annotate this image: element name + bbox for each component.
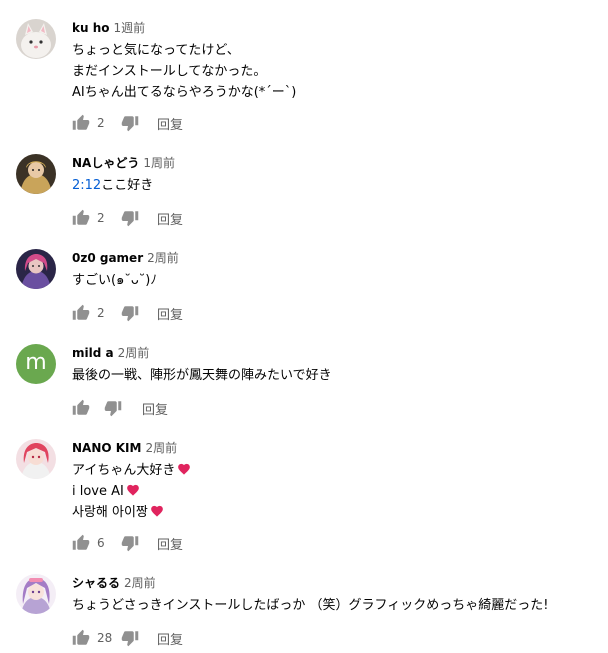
thumbs-up-icon xyxy=(72,209,90,225)
thumbs-up-icon xyxy=(72,304,90,320)
reply-button[interactable]: 回复 xyxy=(157,534,183,553)
comment-time[interactable]: 2周前 xyxy=(124,576,156,590)
avatar[interactable] xyxy=(16,19,56,59)
dislike-button[interactable] xyxy=(121,534,139,552)
comment-text: 2:12ここ好き xyxy=(72,175,600,196)
comment-time[interactable]: 2周前 xyxy=(145,441,177,455)
comment-author[interactable]: ku ho xyxy=(72,21,110,35)
avatar[interactable] xyxy=(16,574,56,614)
comment-line: 最後の一戦、陣形が鳳天舞の陣みたいで好き xyxy=(72,368,332,383)
comment-line: 사랑해 아이짱 xyxy=(72,505,148,520)
thumbs-up-icon xyxy=(72,534,90,550)
reply-button[interactable]: 回复 xyxy=(142,399,168,418)
like-button[interactable] xyxy=(72,399,90,417)
white-cat-avatar-icon xyxy=(16,19,56,59)
comment-line: ちょっと気になってたけど、 xyxy=(72,43,240,58)
dislike-button[interactable] xyxy=(121,114,139,132)
timestamp-link[interactable]: 2:12 xyxy=(72,178,101,193)
comment-author[interactable]: 0z0 gamer xyxy=(72,251,143,265)
avatar-letter: m xyxy=(25,350,47,375)
anime-character-avatar-icon xyxy=(16,154,56,194)
like-count: 28 xyxy=(97,631,113,645)
heart-icon xyxy=(178,463,191,475)
comment-time[interactable]: 1週前 xyxy=(114,21,146,35)
like-button[interactable]: 28 xyxy=(72,629,113,647)
comment-line: ちょうどさっきインストールしたばっか （笑）グラフィックめっちゃ綺麗だった! xyxy=(72,598,549,613)
heart-icon xyxy=(151,505,163,517)
heart-icon xyxy=(127,484,139,496)
dislike-button[interactable] xyxy=(121,629,139,647)
comment-author[interactable]: シャるる xyxy=(72,576,120,590)
avatar[interactable]: m xyxy=(16,344,56,384)
like-button[interactable]: 6 xyxy=(72,534,113,552)
comment-author[interactable]: NAしゃどう xyxy=(72,156,139,170)
pink-hair-character-avatar-icon xyxy=(16,249,56,289)
comment-text: 最後の一戦、陣形が鳳天舞の陣みたいで好き xyxy=(72,365,600,386)
comment-line: アイちゃん大好き xyxy=(72,463,176,478)
like-button[interactable]: 2 xyxy=(72,304,113,322)
thumbs-down-icon xyxy=(121,631,139,647)
reply-button[interactable]: 回复 xyxy=(157,114,183,133)
comment-author[interactable]: NANO KIM xyxy=(72,441,141,455)
reply-button[interactable]: 回复 xyxy=(157,304,183,323)
like-count: 6 xyxy=(97,536,105,550)
comment-line: まだインストールしてなかった。 xyxy=(72,64,267,79)
avatar[interactable] xyxy=(16,249,56,289)
dislike-button[interactable] xyxy=(104,399,122,417)
avatar[interactable] xyxy=(16,154,56,194)
comment-line: AIちゃん出てるならやろうかな(*´ー`) xyxy=(72,85,297,100)
comment-text: アイちゃん大好き i love AI 사랑해 아이짱 xyxy=(72,460,600,523)
comment-line: i love AI xyxy=(72,484,124,499)
like-count: 2 xyxy=(97,211,105,225)
comment-text: すごい(๑˘ᴗ˘)ﾉ xyxy=(72,270,600,291)
comment-line: ここ好き xyxy=(101,178,154,193)
dislike-button[interactable] xyxy=(121,304,139,322)
red-hair-character-avatar-icon xyxy=(16,439,56,479)
comment-text: ちょうどさっきインストールしたばっか （笑）グラフィックめっちゃ綺麗だった! xyxy=(72,595,600,616)
thumbs-down-icon xyxy=(121,116,139,132)
like-button[interactable]: 2 xyxy=(72,114,113,132)
like-count: 2 xyxy=(97,116,105,130)
comment-line: すごい(๑˘ᴗ˘)ﾉ xyxy=(72,273,157,288)
comment-text: ちょっと気になってたけど、 まだインストールしてなかった。 AIちゃん出てるなら… xyxy=(72,40,600,103)
dislike-button[interactable] xyxy=(121,209,139,227)
thumbs-down-icon xyxy=(121,211,139,227)
thumbs-down-icon xyxy=(121,536,139,552)
reply-button[interactable]: 回复 xyxy=(157,209,183,228)
thumbs-up-icon xyxy=(72,114,90,130)
like-count: 2 xyxy=(97,306,105,320)
purple-hair-character-avatar-icon xyxy=(16,574,56,614)
comment-time[interactable]: 1周前 xyxy=(143,156,175,170)
thumbs-down-icon xyxy=(121,306,139,322)
comment-time[interactable]: 2周前 xyxy=(147,251,179,265)
thumbs-down-icon xyxy=(104,401,122,417)
comment-time[interactable]: 2周前 xyxy=(118,346,150,360)
thumbs-up-icon xyxy=(72,629,90,645)
avatar[interactable] xyxy=(16,439,56,479)
reply-button[interactable]: 回复 xyxy=(157,629,183,648)
thumbs-up-icon xyxy=(72,399,90,415)
like-button[interactable]: 2 xyxy=(72,209,113,227)
comment-author[interactable]: mild a xyxy=(72,346,114,360)
